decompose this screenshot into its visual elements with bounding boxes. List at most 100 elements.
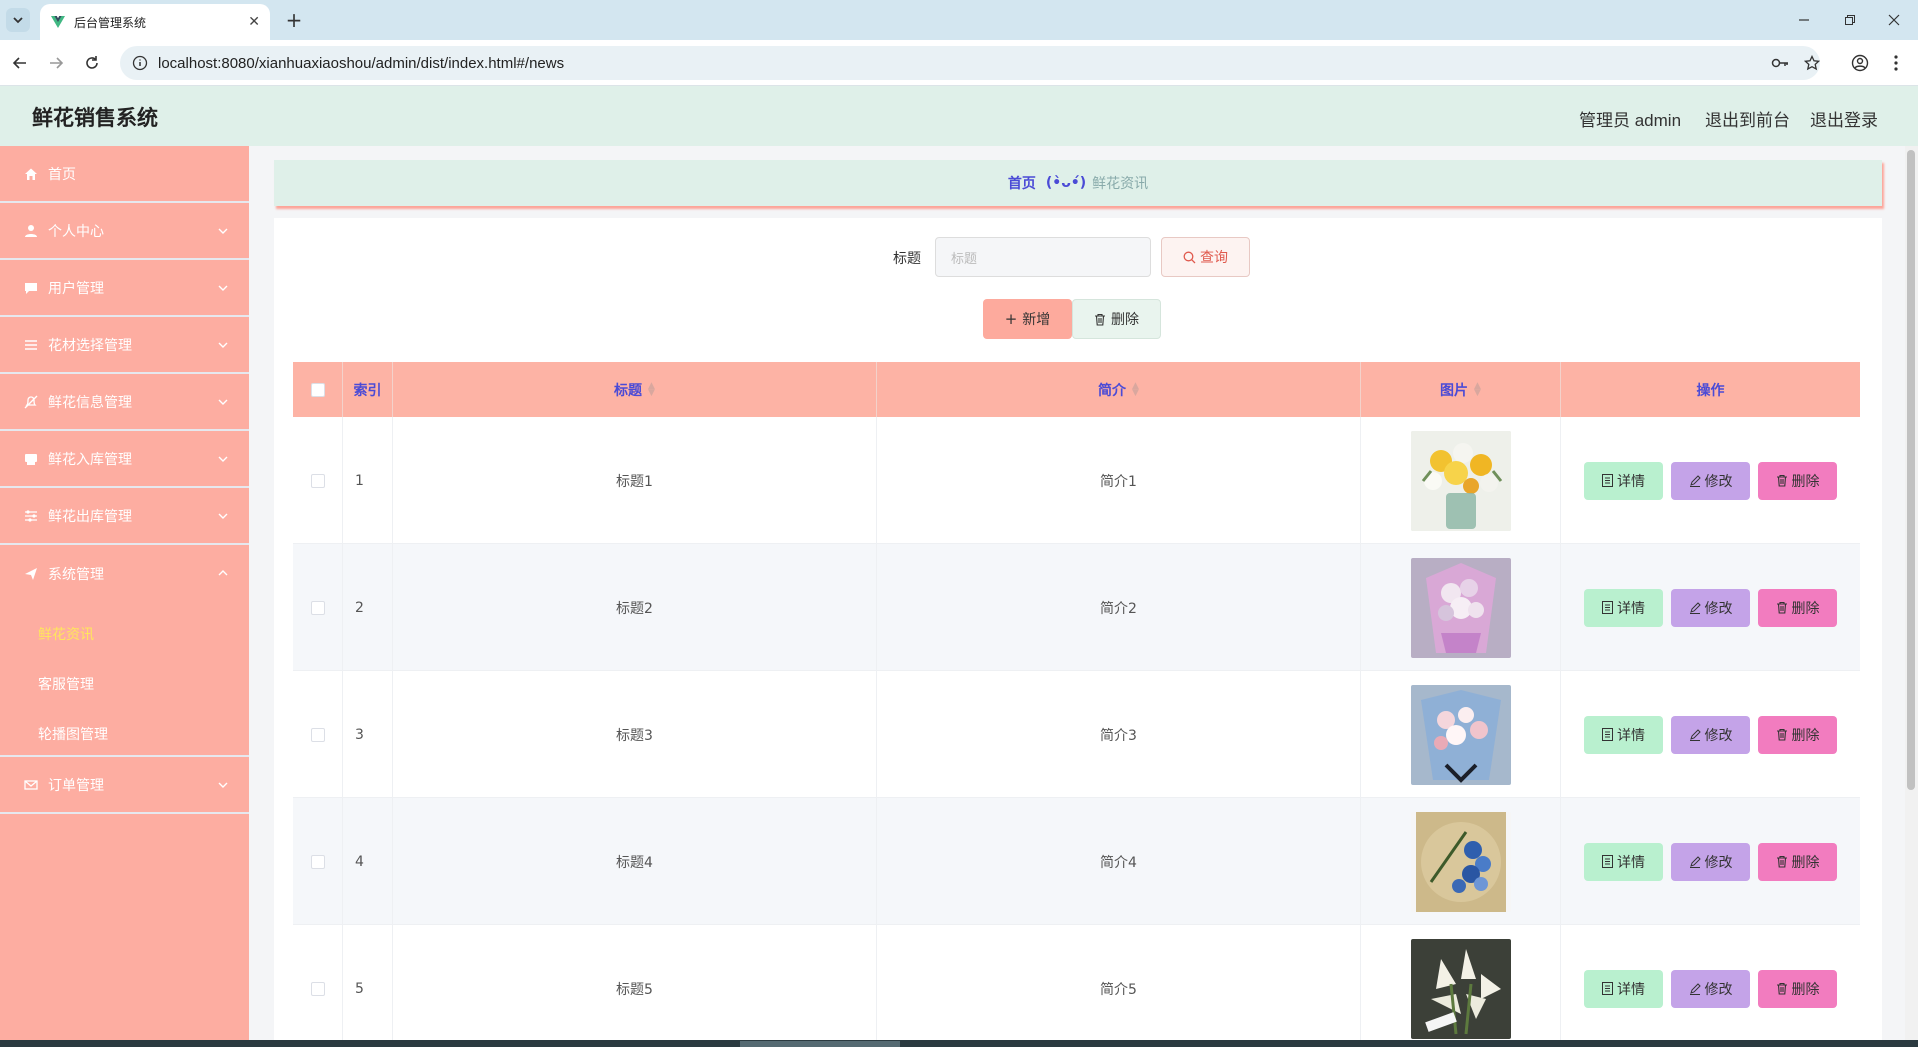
password-key-button[interactable]: [1768, 51, 1792, 75]
column-header-image[interactable]: 图片 ▲ ▼: [1361, 362, 1561, 417]
flower-image[interactable]: [1410, 430, 1511, 531]
chat-icon: [24, 281, 38, 295]
sidebar-item-system-management[interactable]: 系统管理: [0, 545, 249, 602]
url-text[interactable]: localhost:8080/xianhuaxiaoshou/admin/dis…: [158, 55, 564, 72]
edit-icon: [1689, 982, 1701, 995]
scrollbar-thumb[interactable]: [1907, 150, 1915, 790]
logout-link[interactable]: 退出登录: [1810, 106, 1878, 131]
flower-image[interactable]: [1410, 811, 1511, 912]
delete-button-label: 删除: [1791, 981, 1820, 998]
sidebar-item-home[interactable]: 首页: [0, 146, 249, 203]
column-header-title[interactable]: 标题 ▲ ▼: [393, 362, 877, 417]
row-checkbox[interactable]: [310, 600, 325, 615]
sidebar-item-flower-info[interactable]: 鲜花信息管理: [0, 374, 249, 431]
edit-button-label: 修改: [1704, 854, 1733, 871]
sort-icon[interactable]: ▲ ▼: [1474, 381, 1481, 397]
index-cell: 5: [343, 925, 393, 1041]
delete-button[interactable]: 删除: [1758, 461, 1837, 500]
table-row: 4 标题4 简介4 详情 修改 删除: [293, 798, 1860, 925]
chevron-down-icon: [218, 342, 228, 348]
address-bar[interactable]: localhost:8080/xianhuaxiaoshou/admin/dis…: [120, 46, 1820, 80]
row-select-cell: [293, 925, 343, 1041]
row-select-cell: [293, 544, 343, 671]
sort-icon[interactable]: ▲ ▼: [1132, 381, 1139, 397]
column-header-label: 图片: [1440, 382, 1469, 399]
browser-tab[interactable]: 后台管理系统 ✕: [40, 4, 270, 40]
edit-button-label: 修改: [1704, 473, 1733, 490]
sidebar-item-stock-in[interactable]: 鲜花入库管理: [0, 431, 249, 488]
flower-image[interactable]: [1410, 938, 1511, 1039]
tab-search-button[interactable]: [6, 8, 30, 32]
flower-image[interactable]: [1410, 557, 1511, 658]
row-checkbox[interactable]: [310, 981, 325, 996]
title-search-input[interactable]: 标题: [935, 237, 1151, 277]
detail-button[interactable]: 详情: [1584, 969, 1663, 1008]
send-icon: [24, 567, 38, 581]
back-button[interactable]: [8, 51, 32, 75]
edit-button[interactable]: 修改: [1671, 715, 1750, 754]
image-cell: [1361, 544, 1561, 671]
column-header-actions: 操作: [1561, 362, 1860, 417]
exit-to-front-link[interactable]: 退出到前台: [1705, 106, 1790, 131]
row-checkbox[interactable]: [310, 473, 325, 488]
browser-menu-button[interactable]: [1884, 51, 1908, 75]
list-icon: [24, 338, 38, 352]
row-checkbox[interactable]: [310, 727, 325, 742]
restore-button[interactable]: [1828, 8, 1872, 32]
delete-button[interactable]: 删除: [1758, 715, 1837, 754]
search-button[interactable]: 查询: [1161, 237, 1250, 277]
browser-tab-bar: 后台管理系统 ✕ +: [0, 0, 1918, 40]
minimize-icon: [1799, 19, 1809, 21]
new-tab-button[interactable]: +: [282, 8, 306, 32]
delete-button[interactable]: 删除: [1758, 969, 1837, 1008]
row-select-cell: [293, 798, 343, 925]
taskbar-indicator: [740, 1041, 900, 1047]
delete-button[interactable]: 删除: [1758, 588, 1837, 627]
sidebar-item-material-management[interactable]: 花材选择管理: [0, 317, 249, 374]
sort-icon[interactable]: ▲ ▼: [648, 381, 655, 397]
breadcrumb-current: 鲜花资讯: [1092, 176, 1149, 192]
home-icon: [24, 167, 38, 181]
bookmark-button[interactable]: [1800, 51, 1824, 75]
minimize-button[interactable]: [1782, 8, 1826, 32]
reload-button[interactable]: [80, 51, 104, 75]
actions-cell: 详情 修改 删除: [1561, 417, 1860, 544]
delete-button-label: 删除: [1791, 600, 1820, 617]
title-cell: 标题1: [393, 417, 877, 544]
detail-button[interactable]: 详情: [1584, 461, 1663, 500]
edit-button[interactable]: 修改: [1671, 588, 1750, 627]
sidebar-item-personal-center[interactable]: 个人中心: [0, 203, 249, 260]
intro-cell: 简介2: [877, 544, 1361, 671]
submenu-item-customer-service[interactable]: 客服管理: [38, 674, 94, 694]
select-all-checkbox[interactable]: [310, 382, 325, 397]
close-window-button[interactable]: [1872, 8, 1916, 32]
reload-icon: [86, 56, 98, 69]
restore-icon: [1845, 15, 1855, 25]
submenu-item-flower-news[interactable]: 鲜花资讯: [38, 624, 94, 644]
bulk-delete-button[interactable]: 删除: [1072, 299, 1161, 339]
trash-icon: [1776, 601, 1787, 614]
row-checkbox[interactable]: [310, 854, 325, 869]
add-button[interactable]: + 新增: [983, 299, 1072, 339]
profile-button[interactable]: [1848, 51, 1872, 75]
forward-button[interactable]: [44, 51, 68, 75]
detail-button[interactable]: 详情: [1584, 842, 1663, 881]
submenu-item-carousel[interactable]: 轮播图管理: [38, 724, 108, 744]
breadcrumb-home[interactable]: 首页: [1008, 173, 1036, 193]
key-icon: [1771, 58, 1788, 68]
delete-button[interactable]: 删除: [1758, 842, 1837, 881]
sidebar-item-order-management[interactable]: 订单管理: [0, 757, 249, 814]
edit-button[interactable]: 修改: [1671, 461, 1750, 500]
chevron-down-icon: [13, 17, 23, 24]
detail-button[interactable]: 详情: [1584, 588, 1663, 627]
edit-button[interactable]: 修改: [1671, 842, 1750, 881]
detail-button[interactable]: 详情: [1584, 715, 1663, 754]
vue-logo-icon: [51, 16, 65, 28]
sidebar-item-user-management[interactable]: 用户管理: [0, 260, 249, 317]
image-cell: [1361, 417, 1561, 544]
edit-button[interactable]: 修改: [1671, 969, 1750, 1008]
close-tab-icon[interactable]: ✕: [248, 14, 260, 30]
column-header-intro[interactable]: 简介 ▲ ▼: [877, 362, 1361, 417]
sidebar-item-stock-out[interactable]: 鲜花出库管理: [0, 488, 249, 545]
flower-image[interactable]: [1410, 684, 1511, 785]
